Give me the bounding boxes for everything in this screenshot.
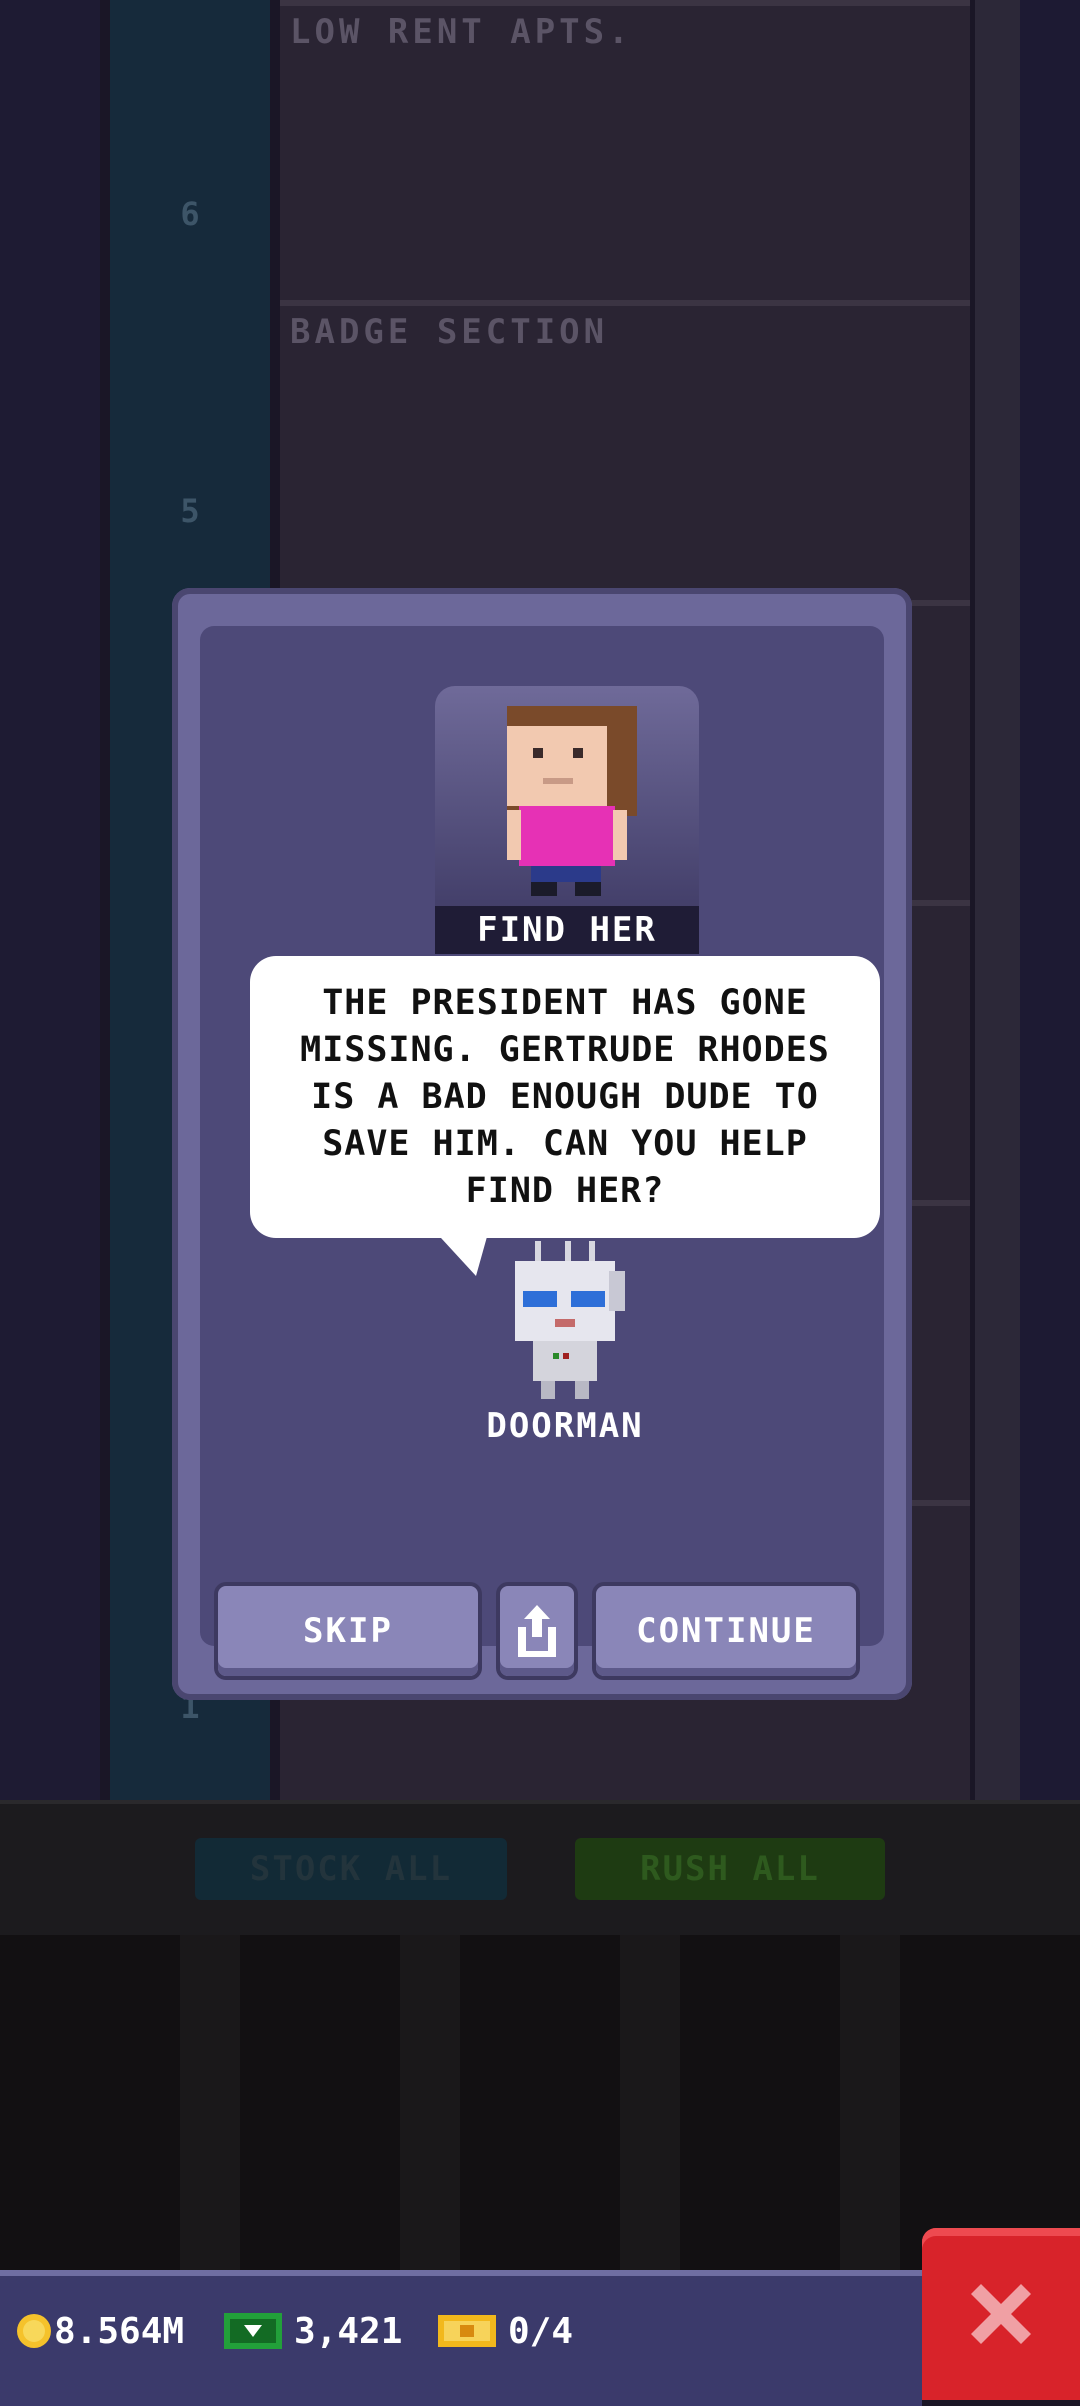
stock-all-label: STOCK ALL — [249, 1849, 453, 1889]
floor-label-low-rent: LOW RENT APTS. — [290, 12, 633, 52]
coin-icon — [17, 2314, 51, 2348]
speech-bubble: THE PRESIDENT HAS GONE MISSING. GERTRUDE… — [250, 956, 880, 1238]
speech-bubble-tail — [430, 1226, 490, 1276]
bux-icon — [224, 2313, 282, 2349]
rush-all-label: RUSH ALL — [640, 1849, 820, 1889]
continue-button[interactable]: CONTINUE — [596, 1586, 856, 1676]
stock-all-button: STOCK ALL — [195, 1838, 507, 1900]
floor-number-6: 6 — [180, 195, 200, 233]
continue-label: CONTINUE — [636, 1611, 816, 1651]
tower-left-wall — [0, 0, 100, 1800]
close-icon — [971, 2284, 1031, 2344]
basement-pillar — [620, 1935, 680, 2270]
floor-label-badge: BADGE SECTION — [290, 312, 609, 352]
rush-all-button: RUSH ALL — [575, 1838, 885, 1900]
tickets-display: 0/4 — [436, 2306, 573, 2356]
coins-value: 8.564M — [54, 2310, 185, 2352]
share-icon — [518, 1605, 556, 1657]
gertrude-sprite-icon — [507, 706, 637, 896]
bux-value: 3,421 — [294, 2310, 403, 2352]
dialog-message: THE PRESIDENT HAS GONE MISSING. GERTRUDE… — [300, 982, 830, 1211]
action-bar — [0, 1800, 1080, 1939]
basement — [0, 1935, 1080, 2270]
close-button[interactable] — [922, 2228, 1080, 2400]
mission-dialog: FIND HER THE PRESIDENT HAS GONE MISSING.… — [172, 588, 912, 1700]
ticket-icon — [438, 2315, 496, 2347]
tower-right-wall — [975, 0, 1020, 1800]
basement-pillar — [400, 1935, 460, 2270]
skip-label: SKIP — [303, 1611, 393, 1651]
tickets-value: 0/4 — [508, 2310, 574, 2352]
floor-number-5: 5 — [180, 492, 200, 530]
night-sky — [1020, 0, 1080, 1800]
portrait-caption: FIND HER — [435, 906, 699, 954]
currency-bar: 8.564M 3,421 0/4 — [0, 2270, 922, 2406]
coins-display: 8.564M — [14, 2306, 184, 2356]
skip-button[interactable]: SKIP — [218, 1586, 478, 1676]
dialog-panel: FIND HER THE PRESIDENT HAS GONE MISSING.… — [200, 626, 884, 1676]
share-button[interactable] — [500, 1586, 574, 1676]
bux-display: 3,421 — [222, 2306, 402, 2356]
basement-pillar — [840, 1935, 900, 2270]
basement-pillar — [180, 1935, 240, 2270]
speaker-name: DOORMAN — [486, 1406, 644, 1446]
doorman-robot-icon — [515, 1241, 625, 1399]
